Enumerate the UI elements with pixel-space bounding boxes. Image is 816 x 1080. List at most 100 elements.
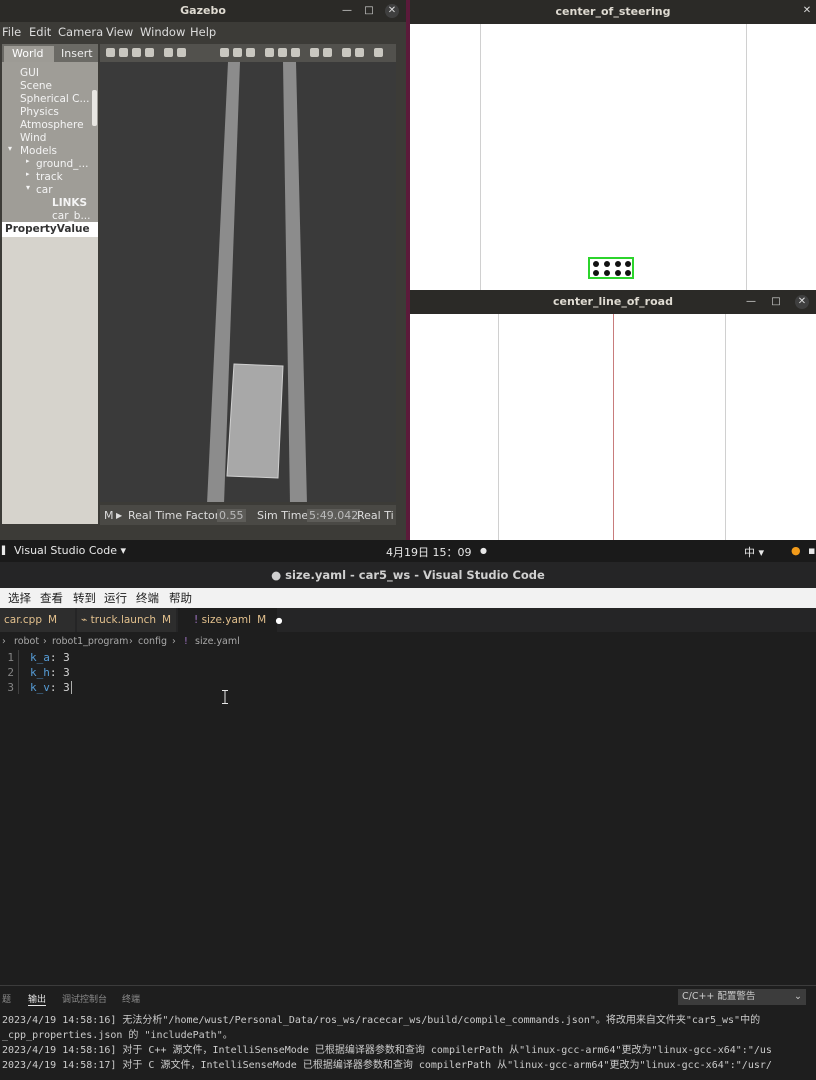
tree-item-gui[interactable]: GUI [20, 67, 39, 79]
tree-item-atmosphere[interactable]: Atmosphere [20, 119, 84, 131]
breadcrumb-config[interactable]: config [138, 636, 167, 647]
car-model[interactable] [226, 363, 284, 479]
steering-titlebar[interactable]: center_of_steering ✕ [410, 0, 816, 24]
translate-tool-icon[interactable] [119, 48, 128, 57]
power-icon[interactable]: ▪ [808, 544, 815, 557]
expand-arrow-icon[interactable]: ▾ [26, 183, 30, 192]
directional-light-icon[interactable] [291, 48, 300, 57]
active-app-menu[interactable]: Visual Studio Code ▾ [14, 544, 126, 557]
collapsed-arrow-icon[interactable]: ▸ [26, 157, 30, 165]
status-indicator-icon[interactable]: ● [791, 544, 801, 557]
sim-time-value: 5:49.042 [307, 509, 361, 522]
road-titlebar[interactable]: center_line_of_road — □ ✕ [410, 290, 816, 314]
point-light-icon[interactable] [265, 48, 274, 57]
input-method-menu[interactable]: 中 ▾ [744, 544, 764, 560]
tab-world[interactable]: World [4, 46, 54, 62]
sphere-shape-icon[interactable] [233, 48, 242, 57]
gazebo-titlebar[interactable]: Gazebo — □ ✕ [0, 0, 406, 22]
tab-size-yaml[interactable]: ! size.yaml M ● [178, 608, 282, 632]
tab-truck-launch[interactable]: ⌁ truck.launch M [77, 608, 177, 632]
menu-help[interactable]: 帮助 [169, 590, 192, 606]
tree-item-wind[interactable]: Wind [20, 132, 46, 144]
clock[interactable]: 4月19日 15：09 [386, 544, 472, 560]
menu-edit[interactable]: Edit [29, 25, 51, 39]
tree-item-spherical-coordinates[interactable]: Spherical C... [20, 93, 90, 105]
spot-light-icon[interactable] [278, 48, 287, 57]
rotate-tool-icon[interactable] [132, 48, 141, 57]
select-tool-icon[interactable] [106, 48, 115, 57]
play-icon[interactable]: ▶ [116, 511, 122, 520]
undo-icon[interactable] [164, 48, 173, 57]
chevron-down-icon: ⌄ [794, 991, 802, 1002]
tree-item-physics[interactable]: Physics [20, 106, 59, 118]
tree-item-models[interactable]: Models [20, 145, 57, 157]
tab-car-cpp[interactable]: car.cpp M [0, 608, 76, 632]
output-channel-select[interactable]: C/C++ 配置警告 ⌄ [678, 989, 806, 1005]
yaml-key: k_h [30, 666, 50, 679]
tab-debug-console[interactable]: 调试控制台 [62, 992, 107, 1005]
tree-item-scene[interactable]: Scene [20, 80, 52, 92]
lane-boundary-right [746, 24, 747, 290]
code-line-2[interactable]: k_h: 3 [30, 666, 70, 679]
minimize-icon[interactable]: — [744, 295, 758, 309]
tab-insert[interactable]: Insert [58, 46, 98, 62]
close-icon[interactable]: ✕ [385, 4, 399, 18]
breadcrumb-robot[interactable]: robot [14, 636, 39, 647]
menu-camera[interactable]: Camera [58, 25, 103, 39]
menu-selection[interactable]: 选择 [8, 590, 31, 606]
menu-run[interactable]: 运行 [104, 590, 127, 606]
collapsed-arrow-icon[interactable]: ▸ [26, 170, 30, 178]
code-line-3[interactable]: k_v: 3 [30, 681, 72, 694]
tab-label: truck.launch [90, 614, 157, 626]
code-line-1[interactable]: k_a: 3 [30, 651, 70, 664]
tab-problems[interactable]: 题 [2, 992, 11, 1005]
property-header: PropertyValue [2, 222, 98, 237]
cylinder-shape-icon[interactable] [246, 48, 255, 57]
menu-file[interactable]: File [2, 25, 21, 39]
snap-icon[interactable] [355, 48, 364, 57]
real-time-label: Real Ti [357, 509, 394, 522]
chevron-right-icon: › [2, 636, 6, 647]
paste-icon[interactable] [323, 48, 332, 57]
tab-output[interactable]: 输出 [28, 992, 47, 1006]
maximize-icon[interactable]: □ [362, 4, 376, 18]
menu-go[interactable]: 转到 [73, 590, 96, 606]
vscode-titlebar[interactable]: ● size.yaml - car5_ws - Visual Studio Co… [0, 562, 816, 588]
scale-tool-icon[interactable] [145, 48, 154, 57]
menu-window[interactable]: Window [140, 25, 185, 39]
menu-view[interactable]: 查看 [40, 590, 63, 606]
center-of-steering-window: center_of_steering ✕ [410, 0, 816, 290]
breadcrumb-size-yaml[interactable]: size.yaml [195, 636, 240, 647]
maximize-icon[interactable]: □ [769, 295, 783, 309]
copy-icon[interactable] [310, 48, 319, 57]
redo-icon[interactable] [177, 48, 186, 57]
close-icon[interactable]: ✕ [800, 4, 814, 18]
activities-icon[interactable]: ▌ [2, 546, 8, 555]
tab-label: size.yaml [201, 614, 252, 626]
road-edge-right [725, 314, 726, 540]
road-edge-left [498, 314, 499, 540]
output-line: 2023/4/19 14:58:16] 对于 C++ 源文件，IntelliSe… [2, 1045, 772, 1056]
tree-item-car[interactable]: car [36, 184, 53, 196]
unsaved-dot-icon[interactable]: ● [275, 616, 282, 625]
tree-item-track[interactable]: track [36, 171, 63, 183]
menu-help[interactable]: Help [190, 25, 216, 39]
tab-terminal[interactable]: 终端 [122, 992, 140, 1005]
align-icon[interactable] [342, 48, 351, 57]
gazebo-3d-viewport[interactable] [100, 62, 396, 502]
minimize-icon[interactable]: — [340, 4, 354, 18]
menu-view[interactable]: View [106, 25, 133, 39]
tree-scrollbar[interactable] [92, 90, 97, 126]
breadcrumb: › robot › robot1_program › config › ! si… [0, 634, 816, 650]
code-editor[interactable]: 1 k_a: 3 2 k_h: 3 3 k_v: 3 [0, 650, 816, 985]
tree-item-ground[interactable]: ground_... [36, 158, 88, 170]
screenshot-icon[interactable] [374, 48, 383, 57]
close-icon[interactable]: ✕ [795, 295, 809, 309]
menu-terminal[interactable]: 终端 [136, 590, 159, 606]
expand-arrow-icon[interactable]: ▾ [8, 144, 12, 153]
breadcrumb-robot1-program[interactable]: robot1_program [52, 636, 128, 647]
gazebo-menubar: File Edit Camera View Window Help [0, 22, 406, 42]
yaml-value: 3 [63, 651, 70, 664]
tree-item-car-base[interactable]: car_b... [52, 210, 90, 222]
box-shape-icon[interactable] [220, 48, 229, 57]
